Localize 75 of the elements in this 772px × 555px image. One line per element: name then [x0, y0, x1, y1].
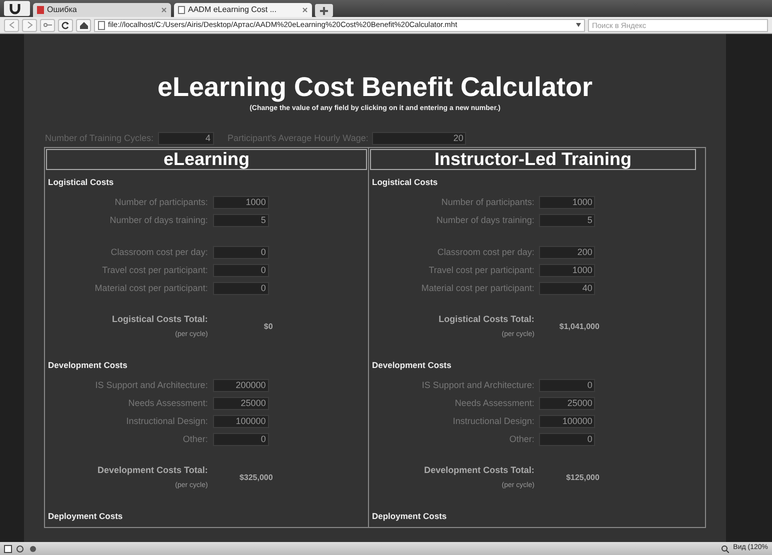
field-label: Other:: [508, 432, 536, 446]
sync-icon[interactable]: [16, 544, 25, 552]
browser-logo-icon[interactable]: [4, 1, 30, 16]
field-label: Number of participants:: [114, 196, 209, 209]
field-label: Needs Assessment:: [454, 396, 536, 410]
number-field[interactable]: 100000: [539, 415, 596, 428]
new-tab-button[interactable]: [315, 4, 333, 17]
home-icon: [78, 20, 88, 30]
reload-button[interactable]: [58, 18, 73, 32]
number-field[interactable]: 4: [158, 132, 214, 145]
settings-icon[interactable]: [29, 544, 37, 552]
number-field[interactable]: 5: [212, 214, 269, 228]
field-label: Classroom cost per day:: [110, 246, 209, 259]
number-field[interactable]: 25000: [212, 397, 269, 410]
total-label: Logistical Costs Total:: [112, 312, 209, 326]
column-heading: eLearning: [46, 149, 367, 170]
page-icon: [98, 20, 105, 30]
field-label: Number of days training:: [435, 214, 536, 227]
field-label: Instructional Design:: [452, 414, 536, 428]
total-value: $125,000: [566, 472, 600, 484]
browser-tab[interactable]: Ошибка: [33, 3, 171, 17]
field-label: Classroom cost per day:: [436, 246, 536, 259]
number-field[interactable]: 0: [539, 379, 596, 392]
field-label: Material cost per participant:: [420, 282, 536, 295]
column-heading: Instructor-Led Training: [370, 149, 696, 170]
browser-tab[interactable]: AADM eLearning Cost ...: [174, 3, 312, 17]
number-field[interactable]: 200000: [212, 379, 269, 392]
zoom-icon: [721, 544, 730, 552]
panel-icon[interactable]: [4, 544, 12, 552]
number-field[interactable]: 1000: [212, 196, 269, 210]
section-title: Development Costs: [48, 358, 128, 372]
section-title: Logistical Costs: [48, 176, 115, 189]
number-field[interactable]: 40: [539, 282, 596, 296]
page-title: eLearning Cost Benefit Calculator: [156, 74, 594, 101]
page-icon: [178, 6, 185, 14]
section-title: Development Costs: [372, 358, 452, 372]
number-field[interactable]: 0: [212, 282, 269, 296]
reload-icon: [60, 20, 70, 30]
number-field[interactable]: 200: [539, 246, 596, 260]
section-title: Deployment Costs: [372, 510, 448, 522]
number-field[interactable]: 100000: [212, 415, 269, 428]
field-label: Travel cost per participant:: [101, 264, 209, 277]
total-value: $325,000: [239, 472, 273, 484]
section-title: Deployment Costs: [48, 510, 124, 522]
field-label: Number of days training:: [108, 214, 209, 227]
total-label: Development Costs Total:: [97, 464, 209, 477]
key-icon: [42, 20, 52, 30]
total-label: Development Costs Total:: [424, 464, 536, 477]
field-label: Travel cost per participant:: [428, 264, 536, 277]
number-field[interactable]: 0: [212, 433, 269, 446]
number-field[interactable]: 5: [539, 214, 596, 228]
close-icon[interactable]: [302, 7, 308, 13]
field-label: Material cost per participant:: [94, 282, 209, 295]
total-value: $1,041,000: [559, 320, 600, 333]
field-label: Instructional Design:: [125, 414, 209, 428]
field-label: IS Support and Architecture:: [420, 378, 536, 392]
field-label: Other:: [182, 432, 209, 446]
number-field[interactable]: 0: [212, 246, 269, 260]
number-field[interactable]: 0: [539, 433, 596, 446]
field-label: IS Support and Architecture:: [94, 378, 209, 392]
number-field[interactable]: 1000: [539, 264, 596, 278]
field-label: Number of participants:: [440, 196, 536, 209]
number-field[interactable]: 0: [212, 264, 269, 278]
back-icon: [6, 20, 16, 30]
dropdown-icon[interactable]: [576, 23, 581, 27]
field-label: Needs Assessment:: [127, 396, 209, 410]
total-label: Logistical Costs Total:: [438, 312, 536, 326]
section-title: Logistical Costs: [372, 176, 439, 189]
total-value: $0: [264, 320, 273, 333]
close-icon[interactable]: [161, 7, 167, 13]
plus-icon: [320, 6, 328, 14]
number-field[interactable]: 1000: [539, 196, 596, 210]
number-field[interactable]: 20: [372, 132, 466, 145]
number-field[interactable]: 25000: [539, 397, 596, 410]
home-button[interactable]: [76, 18, 91, 32]
